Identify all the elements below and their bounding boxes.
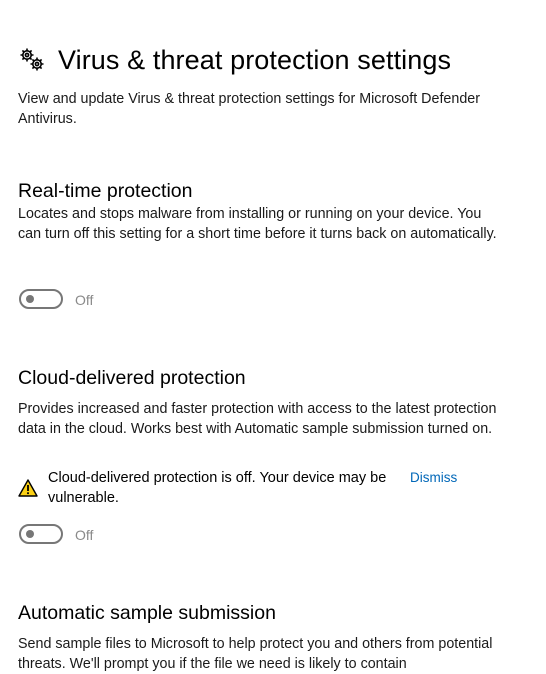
cloud-protection-heading: Cloud-delivered protection	[18, 367, 246, 389]
page-description: View and update Virus & threat protectio…	[18, 91, 480, 127]
warning-icon	[18, 479, 38, 497]
toggle-knob	[26, 295, 34, 303]
cloud-protection-toggle[interactable]	[19, 524, 63, 544]
gears-icon	[18, 46, 48, 74]
cloud-protection-warning: Cloud-delivered protection is off. Your …	[48, 470, 387, 506]
sample-submission-heading: Automatic sample submission	[18, 602, 276, 624]
realtime-protection-heading: Real-time protection	[18, 180, 193, 202]
page-title: Virus & threat protection settings	[58, 44, 452, 75]
realtime-protection-toggle[interactable]	[19, 289, 63, 309]
cloud-protection-description: Provides increased and faster protection…	[18, 401, 497, 437]
toggle-knob	[26, 530, 34, 538]
realtime-protection-toggle-label: Off	[75, 292, 94, 308]
sample-submission-description: Send sample files to Microsoft to help p…	[18, 636, 493, 672]
cloud-protection-toggle-label: Off	[75, 527, 94, 543]
dismiss-link[interactable]: Dismiss	[410, 470, 457, 485]
page-header: Virus & threat protection settings	[18, 40, 451, 80]
realtime-protection-description: Locates and stops malware from installin…	[18, 206, 497, 242]
